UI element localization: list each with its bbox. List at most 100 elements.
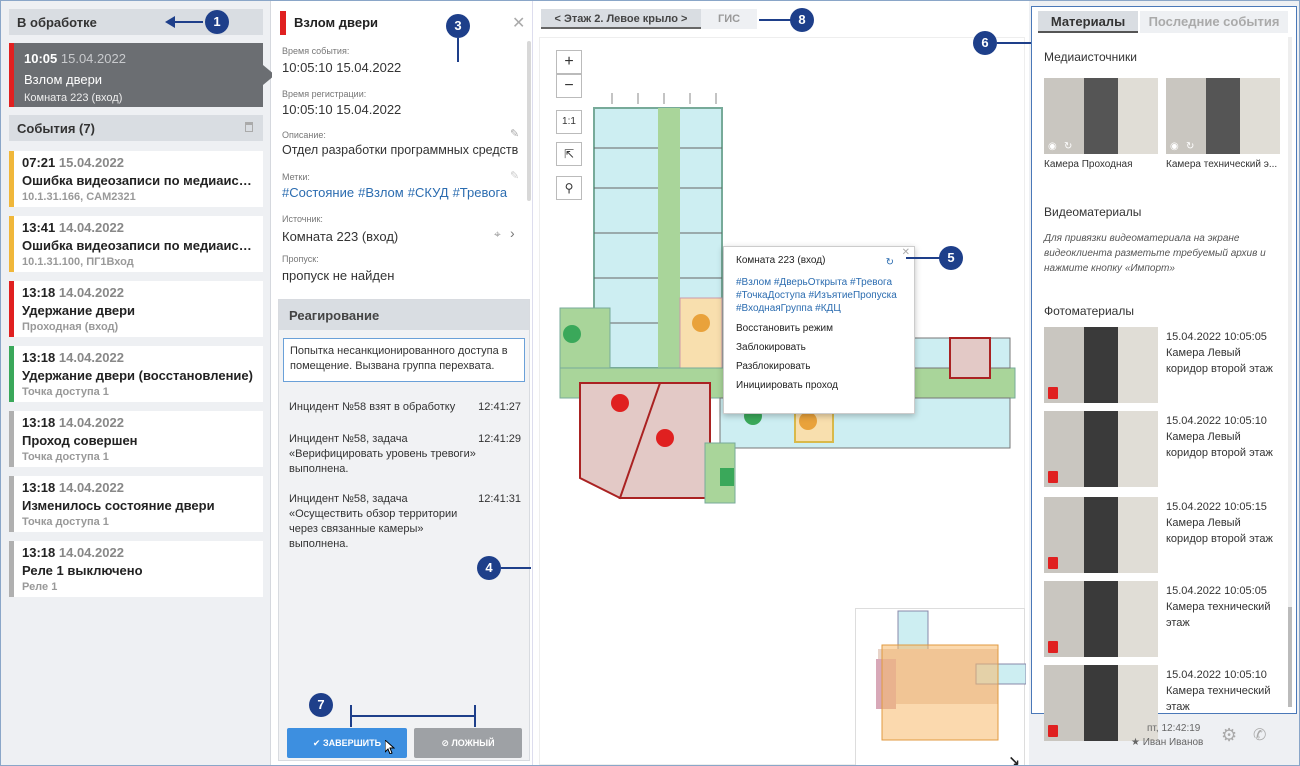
event-card[interactable]: 13:18 14.04.2022 Проход совершен Точка дос… (9, 411, 263, 467)
photo-thumbnail[interactable] (1044, 497, 1158, 573)
event-source: Точка доступа 1 (22, 516, 109, 528)
chevron-right-icon[interactable]: › (510, 225, 515, 241)
active-event-date: 15.04.2022 (60, 51, 126, 66)
tag[interactable]: #Взлом (358, 185, 404, 200)
callout-3: 3 (446, 14, 470, 38)
event-detail-column: Взлом двери ✕ Время события: 10:05:10 15… (272, 1, 533, 765)
event-time: 13:18 (22, 415, 56, 430)
event-title: Удержание двери (восстановление) (22, 368, 253, 383)
callout-line-7 (350, 715, 475, 717)
video-hint: Для привязки видеоматериала на экране ви… (1044, 233, 1266, 274)
photo-camera: Камера технический этаж (1166, 601, 1271, 629)
photo-time: 15.04.2022 10:05:05 (1166, 331, 1267, 343)
event-card[interactable]: 13:18 14.04.2022 Удержание двери Проходная… (9, 281, 263, 337)
photo-thumbnail[interactable] (1044, 581, 1158, 657)
callout-1: 1 (205, 10, 229, 34)
media-caption: Камера Проходная (1044, 159, 1133, 170)
delete-icon[interactable] (1048, 471, 1058, 483)
reaction-input[interactable]: Попытка несанкционированного доступа в п… (283, 338, 525, 382)
popup-action[interactable]: Инициировать проход (736, 380, 902, 391)
event-date: 14.04.2022 (58, 220, 124, 235)
photo-time: 15.04.2022 10:05:10 (1166, 415, 1267, 427)
popup-action[interactable]: Разблокировать (736, 361, 902, 372)
event-time: 13:18 (22, 285, 56, 300)
edit-desc-icon[interactable]: ✎ (510, 127, 519, 140)
callout-line-3 (457, 38, 459, 62)
active-event-title: Взлом двери (24, 72, 103, 87)
event-date: 15.04.2022 (58, 155, 124, 170)
log-item: Инцидент №58, задача «Верифицировать уро… (289, 432, 521, 477)
event-card[interactable]: 13:18 14.04.2022 Удержание двери (восстан… (9, 346, 263, 402)
callout-5: 5 (939, 246, 963, 270)
event-card[interactable]: 07:21 15.04.2022 Ошибка видеозаписи по ме… (9, 151, 263, 207)
callout-line-4 (501, 567, 531, 569)
photo-time: 15.04.2022 10:05:10 (1166, 669, 1267, 681)
tab-recent-events[interactable]: Последние события (1140, 11, 1288, 33)
event-source: Точка доступа 1 (22, 451, 109, 463)
materials-panel: Материалы Последние события Медиаисточни… (1031, 6, 1297, 741)
event-card[interactable]: 13:18 14.04.2022 Реле 1 выключено Реле 1 (9, 541, 263, 597)
locate-icon[interactable]: ⌖ (494, 227, 501, 242)
zoom-in-button[interactable]: + (556, 50, 582, 74)
media-thumbnail[interactable]: ◉ ↻ (1166, 78, 1280, 154)
event-title: Реле 1 выключено (22, 563, 143, 578)
event-card[interactable]: 13:41 14.04.2022 Ошибка видеозаписи по ме… (9, 216, 263, 272)
refresh-icon[interactable]: ↻ (1186, 141, 1194, 152)
tag[interactable]: #Тревога (453, 185, 508, 200)
fit-icon[interactable]: ⇱ (556, 142, 582, 166)
detail-scrollbar[interactable] (527, 41, 531, 201)
phone-icon[interactable]: ✆ (1253, 725, 1266, 745)
false-alarm-button[interactable]: ⊘ ЛОЖНЫЙ (414, 728, 522, 758)
refresh-icon[interactable]: ↻ (886, 257, 894, 268)
event-time: 07:21 (22, 155, 56, 170)
event-time: 13:18 (22, 545, 56, 560)
photo-thumbnail[interactable] (1044, 327, 1158, 403)
event-card[interactable]: 13:18 14.04.2022 Изменилось состояние две… (9, 476, 263, 532)
map-canvas[interactable]: + − 1:1 ⇱ ⚲ Комната 223 (вход) ↻ ✕ #Взло… (539, 37, 1027, 765)
user-name[interactable]: ★ Иван Иванов (1131, 737, 1203, 748)
room-popup: Комната 223 (вход) ↻ ✕ #Взлом #ДверьОткр… (723, 246, 915, 414)
minimap[interactable]: ↘ (855, 608, 1027, 765)
delete-icon[interactable] (1048, 725, 1058, 737)
eye-icon[interactable]: ◉ (1170, 141, 1179, 152)
events-header[interactable]: События (7) (9, 115, 263, 141)
delete-icon[interactable] (1048, 557, 1058, 569)
media-caption: Камера технический э... (1166, 159, 1278, 170)
media-thumbnail[interactable]: ◉ ↻ (1044, 78, 1158, 154)
photo-thumbnail[interactable] (1044, 411, 1158, 487)
close-icon[interactable]: ✕ (512, 13, 525, 33)
tab-materials[interactable]: Материалы (1038, 11, 1138, 33)
reaction-panel: Реагирование Попытка несанкционированног… (278, 299, 530, 761)
refresh-icon[interactable]: ↻ (1064, 141, 1072, 152)
materials-scrollbar[interactable] (1288, 37, 1292, 707)
map-column: < Этаж 2. Левое крыло > ГИС + − 1:1 ⇱ ⚲ … (534, 1, 1028, 765)
eye-icon[interactable]: ◉ (1048, 141, 1057, 152)
source-value[interactable]: Комната 223 (вход) (282, 229, 398, 244)
popup-action[interactable]: Заблокировать (736, 342, 902, 353)
gear-icon[interactable]: ⚙ (1221, 725, 1237, 746)
event-title: Изменилось состояние двери (22, 498, 215, 513)
scale-button[interactable]: 1:1 (556, 110, 582, 134)
photo-camera: Камера Левый коридор второй этаж (1166, 431, 1273, 459)
trash-icon[interactable] (245, 122, 253, 132)
event-date: 14.04.2022 (58, 415, 124, 430)
event-source: 10.1.31.100, ПГ1Вход (22, 256, 134, 268)
tag[interactable]: #Состояние (282, 185, 354, 200)
log-text: Инцидент №58, задача «Осуществить обзор … (289, 493, 458, 550)
photo-thumbnail[interactable] (1044, 665, 1158, 741)
popup-action[interactable]: Восстановить режим (736, 323, 902, 334)
photo-camera: Камера Левый коридор второй этаж (1166, 517, 1273, 545)
tab-floor[interactable]: < Этаж 2. Левое крыло > (541, 9, 701, 29)
zoom-out-button[interactable]: − (556, 74, 582, 98)
active-event-card[interactable]: 10:05 15.04.2022 Взлом двери Комната 223… (9, 43, 275, 107)
tab-gis[interactable]: ГИС (701, 9, 757, 29)
delete-icon[interactable] (1048, 387, 1058, 399)
log-text: Инцидент №58 взят в обработку (289, 401, 456, 413)
tag[interactable]: #СКУД (408, 185, 449, 200)
delete-icon[interactable] (1048, 641, 1058, 653)
event-source: 10.1.31.166, CAM2321 (22, 191, 136, 203)
media-header: Медиаисточники (1044, 50, 1137, 64)
expand-arrow-icon[interactable]: ↘ (1008, 753, 1020, 765)
location-pin-icon[interactable]: ⚲ (556, 176, 582, 200)
edit-tags-icon[interactable]: ✎ (510, 169, 519, 182)
